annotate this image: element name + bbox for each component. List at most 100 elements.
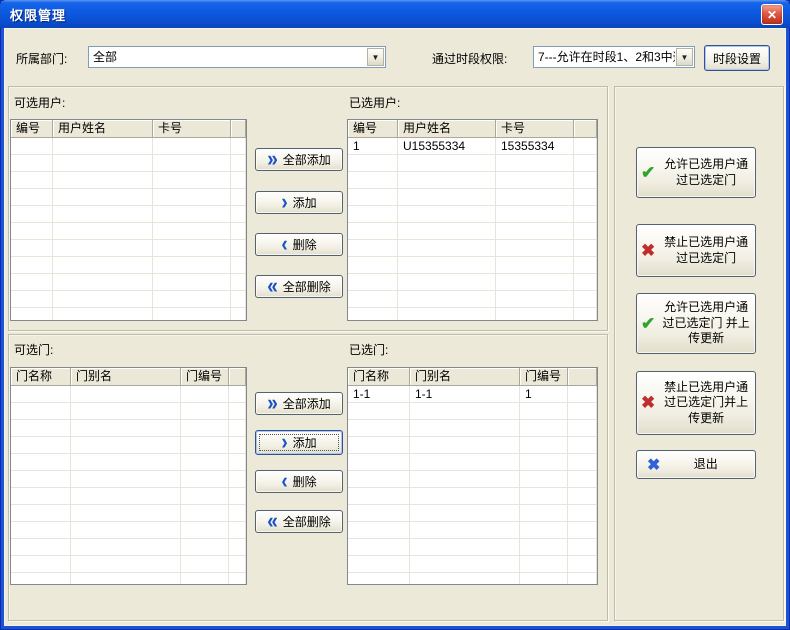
users-add-all-label: 全部添加 — [283, 151, 331, 168]
table-cell — [398, 308, 496, 321]
table-row[interactable]: 1U1535533415355334 — [348, 138, 597, 155]
table-row[interactable]: 1-11-11 — [348, 386, 597, 403]
table-cell — [398, 155, 496, 172]
selected-doors-table[interactable]: 门名称门别名门编号 1-11-11 — [347, 367, 598, 585]
table-cell — [11, 240, 53, 257]
allow-label: 允许已选用户通过已选定门 — [661, 157, 751, 188]
department-value: 全部 — [89, 47, 366, 67]
table-row — [348, 240, 597, 257]
table-cell-filler — [231, 189, 246, 206]
column-header[interactable]: 门别名 — [410, 368, 520, 386]
table-cell — [496, 240, 574, 257]
table-cell — [11, 403, 71, 420]
table-header: 门名称门别名门编号 — [11, 368, 246, 386]
table-cell — [153, 138, 231, 155]
department-label: 所属部门: — [16, 50, 67, 67]
table-cell — [53, 206, 153, 223]
users-remove-button[interactable]: ‹ 删除 — [255, 233, 343, 256]
available-users-table[interactable]: 编号用户姓名卡号 — [10, 119, 247, 321]
column-header[interactable]: 编号 — [348, 120, 398, 138]
table-cell — [348, 291, 398, 308]
table-cell — [71, 403, 181, 420]
table-cell — [181, 386, 229, 403]
allow-upload-label: 允许已选用户通过已选定门 并上传更新 — [661, 300, 751, 347]
table-cell-filler — [229, 488, 246, 505]
table-cell — [348, 155, 398, 172]
allow-and-upload-button[interactable]: ✔ 允许已选用户通过已选定门 并上传更新 — [636, 293, 756, 354]
table-cell — [520, 539, 568, 556]
table-row — [348, 291, 597, 308]
column-header[interactable]: 门编号 — [181, 368, 229, 386]
users-add-all-button[interactable]: » 全部添加 — [255, 148, 343, 171]
table-cell — [348, 240, 398, 257]
doors-remove-all-button[interactable]: « 全部删除 — [255, 510, 343, 533]
title-bar: 权限管理 ✕ — [0, 0, 790, 28]
table-cell — [410, 488, 520, 505]
double-chevron-left-icon: « — [267, 511, 276, 533]
users-remove-label: 删除 — [293, 236, 317, 253]
column-header[interactable]: 门名称 — [11, 368, 71, 386]
selected-users-table[interactable]: 编号用户姓名卡号 1U1535533415355334 — [347, 119, 598, 321]
table-cell — [348, 257, 398, 274]
table-cell — [181, 539, 229, 556]
column-header[interactable]: 编号 — [11, 120, 53, 138]
table-cell — [11, 505, 71, 522]
time-permission-select[interactable]: 7---允许在时段1、2和3中通过 ▼ — [533, 46, 695, 68]
close-icon[interactable]: ✕ — [761, 4, 783, 25]
forbid-and-upload-button[interactable]: ✖ 禁止已选用户通过已选定门并上传更新 — [636, 371, 756, 435]
doors-remove-button[interactable]: ‹ 删除 — [255, 470, 343, 493]
allow-selected-users-button[interactable]: ✔ 允许已选用户通过已选定门 — [636, 147, 756, 198]
column-header[interactable]: 用户姓名 — [398, 120, 496, 138]
chevron-down-icon[interactable]: ▼ — [367, 48, 384, 66]
table-cell — [71, 454, 181, 471]
table-row — [348, 471, 597, 488]
table-row — [348, 522, 597, 539]
table-cell-filler — [229, 505, 246, 522]
table-cell-filler — [568, 403, 597, 420]
column-header[interactable]: 门编号 — [520, 368, 568, 386]
table-header: 门名称门别名门编号 — [348, 368, 597, 386]
doors-add-all-label: 全部添加 — [283, 395, 331, 412]
table-header: 编号用户姓名卡号 — [11, 120, 246, 138]
window-title: 权限管理 — [0, 5, 66, 24]
department-select[interactable]: 全部 ▼ — [88, 46, 386, 68]
doors-add-button[interactable]: › 添加 — [255, 430, 343, 455]
table-cell — [153, 189, 231, 206]
table-cell — [71, 522, 181, 539]
forbid-selected-users-button[interactable]: ✖ 禁止已选用户通过已选定门 — [636, 224, 756, 277]
doors-add-label: 添加 — [293, 434, 317, 451]
table-row — [11, 454, 246, 471]
table-cell — [71, 573, 181, 585]
column-header[interactable]: 卡号 — [153, 120, 231, 138]
table-cell-filler — [574, 155, 597, 172]
table-row — [348, 539, 597, 556]
table-cell — [348, 274, 398, 291]
column-header[interactable]: 门名称 — [348, 368, 410, 386]
users-add-button[interactable]: › 添加 — [255, 191, 343, 214]
column-header[interactable]: 用户姓名 — [53, 120, 153, 138]
table-cell — [153, 291, 231, 308]
table-cell-filler — [574, 274, 597, 291]
table-cell — [11, 291, 53, 308]
table-cell — [520, 505, 568, 522]
table-row — [348, 420, 597, 437]
table-cell — [410, 556, 520, 573]
table-cell-filler — [568, 505, 597, 522]
doors-add-all-button[interactable]: » 全部添加 — [255, 392, 343, 415]
table-cell — [348, 172, 398, 189]
column-header[interactable]: 门别名 — [71, 368, 181, 386]
table-cell-filler — [574, 291, 597, 308]
exit-button[interactable]: ✖ 退出 — [636, 450, 756, 479]
time-setting-button[interactable]: 时段设置 — [704, 45, 770, 71]
table-cell — [11, 172, 53, 189]
chevron-down-icon[interactable]: ▼ — [676, 48, 693, 66]
users-remove-all-button[interactable]: « 全部删除 — [255, 275, 343, 298]
column-header[interactable]: 卡号 — [496, 120, 574, 138]
table-cell — [520, 420, 568, 437]
table-row — [11, 471, 246, 488]
table-row — [348, 437, 597, 454]
table-cell — [11, 257, 53, 274]
table-cell: 1-1 — [348, 386, 410, 403]
available-doors-table[interactable]: 门名称门别名门编号 — [10, 367, 247, 585]
table-row — [348, 257, 597, 274]
